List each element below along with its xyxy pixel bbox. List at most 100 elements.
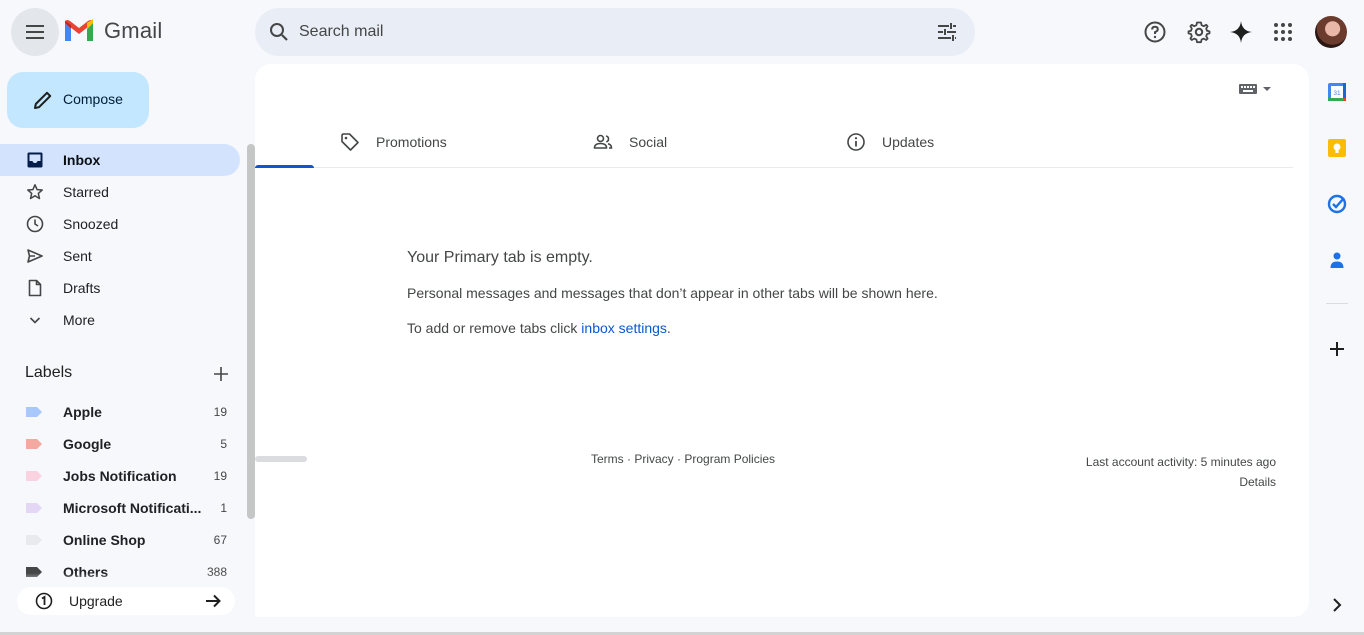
label-tag-icon bbox=[26, 407, 42, 417]
keep-icon[interactable] bbox=[1327, 138, 1347, 158]
tab-updates[interactable]: Updates bbox=[846, 120, 1086, 168]
tab-label: Social bbox=[629, 134, 668, 150]
tab-label: Updates bbox=[882, 134, 935, 150]
tag-icon bbox=[341, 133, 359, 151]
apps-icon[interactable] bbox=[1271, 20, 1295, 44]
compose-label: Compose bbox=[63, 91, 123, 107]
compose-button[interactable]: Compose bbox=[7, 72, 149, 128]
app-name: Gmail bbox=[104, 18, 163, 43]
footer-separator: · bbox=[623, 452, 635, 466]
empty-state: Your Primary tab is empty. Personal mess… bbox=[407, 249, 938, 336]
label-name: Online Shop bbox=[63, 532, 146, 548]
tune-icon[interactable] bbox=[935, 20, 959, 44]
active-tab-indicator bbox=[255, 165, 314, 168]
label-name: Google bbox=[63, 436, 112, 452]
svg-text:31: 31 bbox=[1333, 90, 1341, 97]
gmail-logo[interactable]: Gmail bbox=[63, 18, 162, 44]
rail-divider bbox=[1326, 303, 1348, 304]
account-activity: Last account activity: 5 minutes ago Det… bbox=[1086, 452, 1276, 492]
empty-description: Personal messages and messages that don’… bbox=[407, 285, 938, 301]
sidebar-nav: Inbox Starred Snoozed Sent Drafts More bbox=[0, 144, 240, 336]
tab-label: Promotions bbox=[376, 134, 447, 150]
labels-heading: Labels bbox=[25, 364, 73, 381]
avatar[interactable] bbox=[1315, 16, 1347, 48]
sidebar-scrollbar[interactable] bbox=[247, 144, 255, 519]
last-activity-text: Last account activity: 5 minutes ago bbox=[1085, 455, 1276, 469]
sidebar-item-sent[interactable]: Sent bbox=[0, 240, 240, 272]
label-item[interactable]: Google 5 bbox=[0, 428, 240, 460]
label-count: 1 bbox=[220, 501, 227, 515]
tasks-icon[interactable] bbox=[1327, 194, 1347, 214]
main-menu-button[interactable] bbox=[11, 8, 59, 56]
label-item[interactable]: Apple 19 bbox=[0, 396, 240, 428]
empty-hint: To add or remove tabs click inbox settin… bbox=[407, 320, 671, 336]
arrow-right-icon bbox=[206, 594, 221, 608]
horizontal-scrollbar[interactable] bbox=[255, 456, 307, 462]
category-tabs: Promotions Social Updates bbox=[255, 120, 1293, 168]
sidebar-item-label: Inbox bbox=[63, 152, 101, 168]
tab-social[interactable]: Social bbox=[593, 120, 833, 168]
sidebar-item-starred[interactable]: Starred bbox=[0, 176, 240, 208]
sidebar-item-drafts[interactable]: Drafts bbox=[0, 272, 240, 304]
sidebar-item-more[interactable]: More bbox=[0, 304, 240, 336]
contacts-icon[interactable] bbox=[1327, 250, 1347, 270]
label-item[interactable]: Online Shop 67 bbox=[0, 524, 240, 556]
label-item[interactable]: Jobs Notification 19 bbox=[0, 460, 240, 492]
expand-icon[interactable] bbox=[1327, 595, 1347, 615]
inbox-icon bbox=[27, 152, 43, 168]
label-tag-icon bbox=[26, 439, 42, 449]
info-icon bbox=[847, 133, 865, 151]
chevron-down-icon bbox=[29, 317, 41, 324]
label-name: Microsoft Notificati... bbox=[63, 500, 202, 516]
footer-links: Terms · Privacy · Program Policies bbox=[591, 452, 775, 466]
empty-hint-suffix: . bbox=[666, 320, 671, 336]
search-icon[interactable] bbox=[267, 20, 291, 44]
program-policies-link[interactable]: Program Policies bbox=[684, 452, 775, 466]
gmail-m-icon bbox=[65, 19, 93, 41]
sidebar-item-label: Drafts bbox=[63, 280, 101, 296]
gemini-icon[interactable] bbox=[1229, 20, 1253, 44]
sidebar-item-label: Starred bbox=[63, 184, 109, 200]
label-item[interactable]: Microsoft Notificati... 1 bbox=[0, 492, 240, 524]
labels-list: Apple 19 Google 5 Jobs Notification 19 M… bbox=[0, 396, 240, 588]
search-input[interactable] bbox=[299, 18, 899, 46]
menu-icon bbox=[26, 25, 44, 39]
input-tools-toggle[interactable] bbox=[1238, 82, 1272, 96]
settings-icon[interactable] bbox=[1187, 20, 1211, 44]
label-tag-icon bbox=[26, 471, 42, 481]
sidebar-item-snoozed[interactable]: Snoozed bbox=[0, 208, 240, 240]
upgrade-button[interactable]: Upgrade bbox=[17, 587, 235, 615]
add-label-icon[interactable] bbox=[212, 365, 230, 383]
inbox-settings-link[interactable]: inbox settings bbox=[581, 320, 667, 336]
people-icon bbox=[593, 134, 613, 149]
label-tag-icon bbox=[26, 503, 42, 513]
sidebar-item-label: Snoozed bbox=[63, 216, 119, 232]
sidebar-item-label: More bbox=[63, 312, 95, 328]
send-icon bbox=[27, 249, 43, 263]
tab-promotions[interactable]: Promotions bbox=[340, 120, 580, 168]
add-icon[interactable] bbox=[1327, 339, 1347, 359]
search-bar[interactable] bbox=[255, 8, 975, 56]
empty-hint-prefix: To add or remove tabs click bbox=[407, 320, 582, 336]
sidebar-item-inbox[interactable]: Inbox bbox=[0, 144, 240, 176]
keyboard-icon bbox=[1239, 84, 1257, 94]
help-icon[interactable] bbox=[1143, 20, 1167, 44]
upgrade-label: Upgrade bbox=[69, 593, 123, 609]
caret-down-icon bbox=[1263, 87, 1271, 91]
pencil-icon bbox=[34, 91, 52, 109]
label-count: 19 bbox=[213, 469, 227, 483]
label-tag-icon bbox=[26, 535, 42, 545]
label-count: 67 bbox=[213, 533, 227, 547]
footer-separator: · bbox=[673, 452, 685, 466]
sidebar-item-label: Sent bbox=[63, 248, 92, 264]
label-count: 5 bbox=[220, 437, 227, 451]
calendar-icon[interactable]: 31 bbox=[1327, 82, 1347, 102]
terms-link[interactable]: Terms bbox=[591, 452, 624, 466]
privacy-link[interactable]: Privacy bbox=[634, 452, 673, 466]
label-name: Jobs Notification bbox=[63, 468, 177, 484]
main-panel: Promotions Social Updates Your Primary t… bbox=[255, 64, 1309, 617]
details-link[interactable]: Details bbox=[1086, 472, 1276, 492]
upgrade-icon bbox=[35, 592, 53, 610]
label-name: Apple bbox=[63, 404, 102, 420]
empty-heading: Your Primary tab is empty. bbox=[407, 249, 593, 266]
